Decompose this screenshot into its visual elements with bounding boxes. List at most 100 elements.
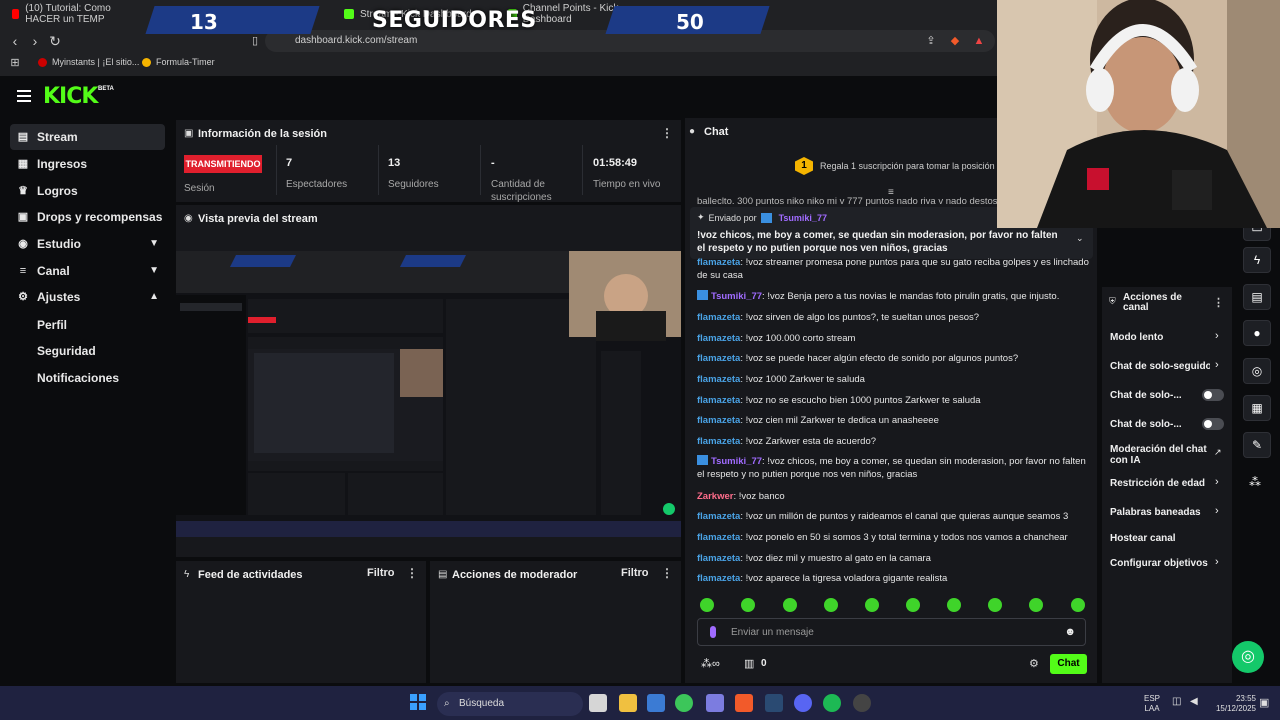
taskbar-clock[interactable]: 23:55 15/12/2025 — [1200, 694, 1256, 714]
sidebar-sub-perfil[interactable]: Perfil — [37, 318, 67, 332]
chat-username[interactable]: flamazeta — [697, 553, 740, 564]
obs-icon[interactable] — [853, 694, 871, 712]
mod-subs-only[interactable]: Chat de solo-... — [1110, 390, 1182, 401]
chevron-right-icon[interactable]: › — [1215, 476, 1219, 488]
mod-banned-words[interactable]: Palabras baneadas — [1110, 507, 1201, 518]
language-indicator[interactable]: ESP LAA — [1140, 694, 1164, 714]
chat-username[interactable]: Tsumiki_77 — [711, 456, 762, 467]
chevron-right-icon[interactable]: › — [1215, 556, 1219, 568]
chat-username[interactable]: flamazeta — [697, 436, 740, 447]
brave-icon[interactable] — [735, 694, 753, 712]
chat-username[interactable]: flamazeta — [697, 333, 740, 344]
emote-icon[interactable] — [741, 598, 755, 612]
teams-icon[interactable] — [706, 694, 724, 712]
sidebar-item-canal[interactable]: ≡ Canal ▼ — [10, 258, 165, 284]
chat-username[interactable]: flamazeta — [697, 374, 740, 385]
emote-icon[interactable] — [700, 598, 714, 612]
lightning-icon[interactable]: ϟ — [1243, 247, 1271, 273]
emote-icon[interactable] — [783, 598, 797, 612]
emote-icon[interactable] — [824, 598, 838, 612]
external-link-icon[interactable]: ↗ — [1214, 447, 1222, 458]
more-icon[interactable]: ⋮ — [1213, 296, 1224, 309]
emote-icon[interactable] — [1029, 598, 1043, 612]
emote-icon[interactable] — [947, 598, 961, 612]
broadcast-icon[interactable]: ◎ — [1243, 358, 1271, 384]
back-icon[interactable]: ‹ — [6, 32, 24, 50]
apps-grid-icon[interactable]: ⊞ — [6, 54, 24, 72]
steam-icon[interactable] — [765, 694, 783, 712]
chat-bubble-icon[interactable]: ● — [1243, 320, 1271, 346]
sidebar-item-drops[interactable]: ▣ Drops y recompensas — [10, 204, 165, 230]
emote-icon[interactable] — [906, 598, 920, 612]
clipboard-icon[interactable]: ▤ — [1243, 284, 1271, 310]
brave-shield-icon[interactable]: ◆ — [946, 32, 964, 50]
chevron-right-icon[interactable]: › — [1215, 359, 1219, 371]
browser-tab-youtube[interactable]: (10) Tutorial: Como HACER un TEMP — [4, 3, 154, 25]
channel-points-icon[interactable]: ⁂∞ — [701, 657, 720, 670]
mod-age-restriction[interactable]: Restricción de edad — [1110, 478, 1205, 489]
emote-icon[interactable] — [1071, 598, 1085, 612]
microphone-icon[interactable] — [710, 626, 716, 638]
rewards-icon[interactable]: ▲ — [970, 32, 988, 50]
sidebar-item-ingresos[interactable]: ▦ Ingresos — [10, 151, 165, 177]
wrench-icon[interactable]: ✎ — [1243, 432, 1271, 458]
mod-slow-mode[interactable]: Modo lento — [1110, 332, 1163, 343]
chevron-right-icon[interactable]: › — [1215, 330, 1219, 342]
community-icon[interactable]: ⁂ — [1249, 475, 1261, 489]
bookmark-formula-timer[interactable]: Formula-Timer — [142, 57, 215, 67]
discord-icon[interactable] — [794, 694, 812, 712]
menu-icon[interactable] — [17, 90, 31, 102]
sidebar-sub-seguridad[interactable]: Seguridad — [37, 344, 96, 358]
chat-username[interactable]: flamazeta — [697, 395, 740, 406]
mod-goals[interactable]: Configurar objetivos — [1110, 558, 1208, 569]
chat-send-button[interactable]: Chat — [1050, 654, 1087, 674]
taskbar-search[interactable]: ⌕ Búsqueda — [437, 692, 583, 716]
mod-host-channel[interactable]: Hostear canal — [1110, 533, 1176, 544]
sidebar-item-logros[interactable]: ♛ Logros — [10, 178, 165, 204]
share-icon[interactable]: ⇪ — [922, 32, 940, 50]
bookmark-myinstants[interactable]: Myinstants | ¡El sitio... — [38, 57, 139, 67]
notification-icon[interactable]: ▣ — [1259, 696, 1269, 709]
emote-icon[interactable] — [865, 598, 879, 612]
support-chat-icon[interactable]: ◎ — [1232, 641, 1264, 673]
emoji-icon[interactable]: ☻ — [1064, 626, 1076, 638]
whatsapp-icon[interactable] — [675, 694, 693, 712]
mod-ai-moderation[interactable]: Moderación del chat con IA — [1110, 444, 1210, 466]
chat-username[interactable]: flamazeta — [697, 511, 740, 522]
stream-preview-video[interactable] — [176, 251, 681, 537]
file-explorer-icon[interactable] — [619, 694, 637, 712]
spotify-icon[interactable] — [823, 694, 841, 712]
chevron-right-icon[interactable]: › — [1215, 505, 1219, 517]
windows-start-icon[interactable] — [410, 694, 426, 710]
chat-username[interactable]: Zarkwer — [697, 491, 733, 502]
mod-log-filter-button[interactable]: Filtro — [621, 567, 649, 579]
chevron-down-icon[interactable]: ⌄ — [1076, 233, 1084, 244]
sidebar-item-estudio[interactable]: ◉ Estudio ▼ — [10, 231, 165, 257]
more-icon[interactable]: ⋮ — [406, 566, 418, 580]
volume-icon[interactable]: ◀ — [1190, 696, 1198, 707]
emote-icon[interactable] — [988, 598, 1002, 612]
network-icon[interactable]: ◫ — [1172, 696, 1181, 707]
chat-username[interactable]: flamazeta — [697, 415, 740, 426]
feed-filter-button[interactable]: Filtro — [367, 567, 395, 579]
sidebar-sub-notificaciones[interactable]: Notificaciones — [37, 371, 119, 385]
gift-prompt[interactable]: Regala 1 suscripción para tomar la posic… — [820, 161, 1002, 171]
forward-icon[interactable]: › — [26, 32, 44, 50]
edge-icon[interactable] — [647, 694, 665, 712]
chat-username[interactable]: flamazeta — [697, 312, 740, 323]
chat-username[interactable]: flamazeta — [697, 353, 740, 364]
sidebar-item-ajustes[interactable]: ⚙ Ajustes ▲ — [10, 284, 165, 310]
chat-username[interactable]: flamazeta — [697, 573, 740, 584]
more-icon[interactable]: ⋮ — [661, 126, 673, 140]
tools-icon[interactable]: ▦ — [1243, 395, 1271, 421]
sidebar-item-stream[interactable]: ▤ Stream — [10, 124, 165, 150]
mod-followers-only[interactable]: Chat de solo-seguidor — [1110, 361, 1210, 372]
chat-username[interactable]: flamazeta — [697, 257, 740, 268]
pinned-user[interactable]: Tsumiki_77 — [779, 213, 827, 223]
chat-username[interactable]: flamazeta — [697, 532, 740, 543]
mod-emote-only[interactable]: Chat de solo-... — [1110, 419, 1182, 430]
kick-logo[interactable]: KICK — [43, 84, 98, 109]
gear-icon[interactable]: ⚙ — [1029, 657, 1039, 670]
bookmark-icon[interactable]: ▯ — [246, 32, 264, 50]
more-icon[interactable]: ⋮ — [661, 566, 673, 580]
